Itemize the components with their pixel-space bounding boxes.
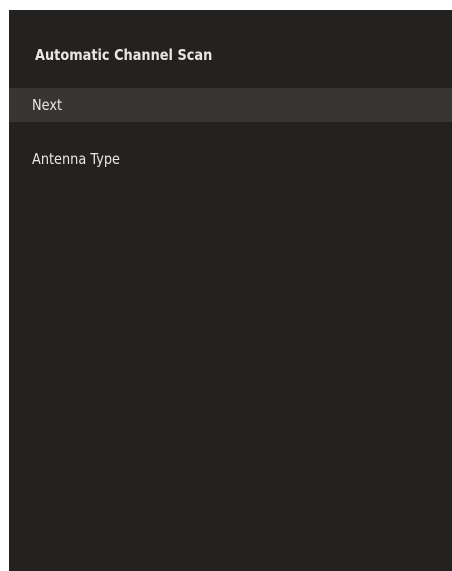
menu-item-label: Antenna Type xyxy=(32,150,120,168)
clipped-header-strip xyxy=(0,0,452,10)
channel-scan-panel: Automatic Channel Scan Next Antenna Type xyxy=(9,10,452,571)
panel-title: Automatic Channel Scan xyxy=(35,46,213,64)
menu-item-label: Next xyxy=(32,96,63,114)
menu-item-next[interactable]: Next xyxy=(9,88,452,122)
menu-item-antenna-type[interactable]: Antenna Type xyxy=(9,142,452,176)
